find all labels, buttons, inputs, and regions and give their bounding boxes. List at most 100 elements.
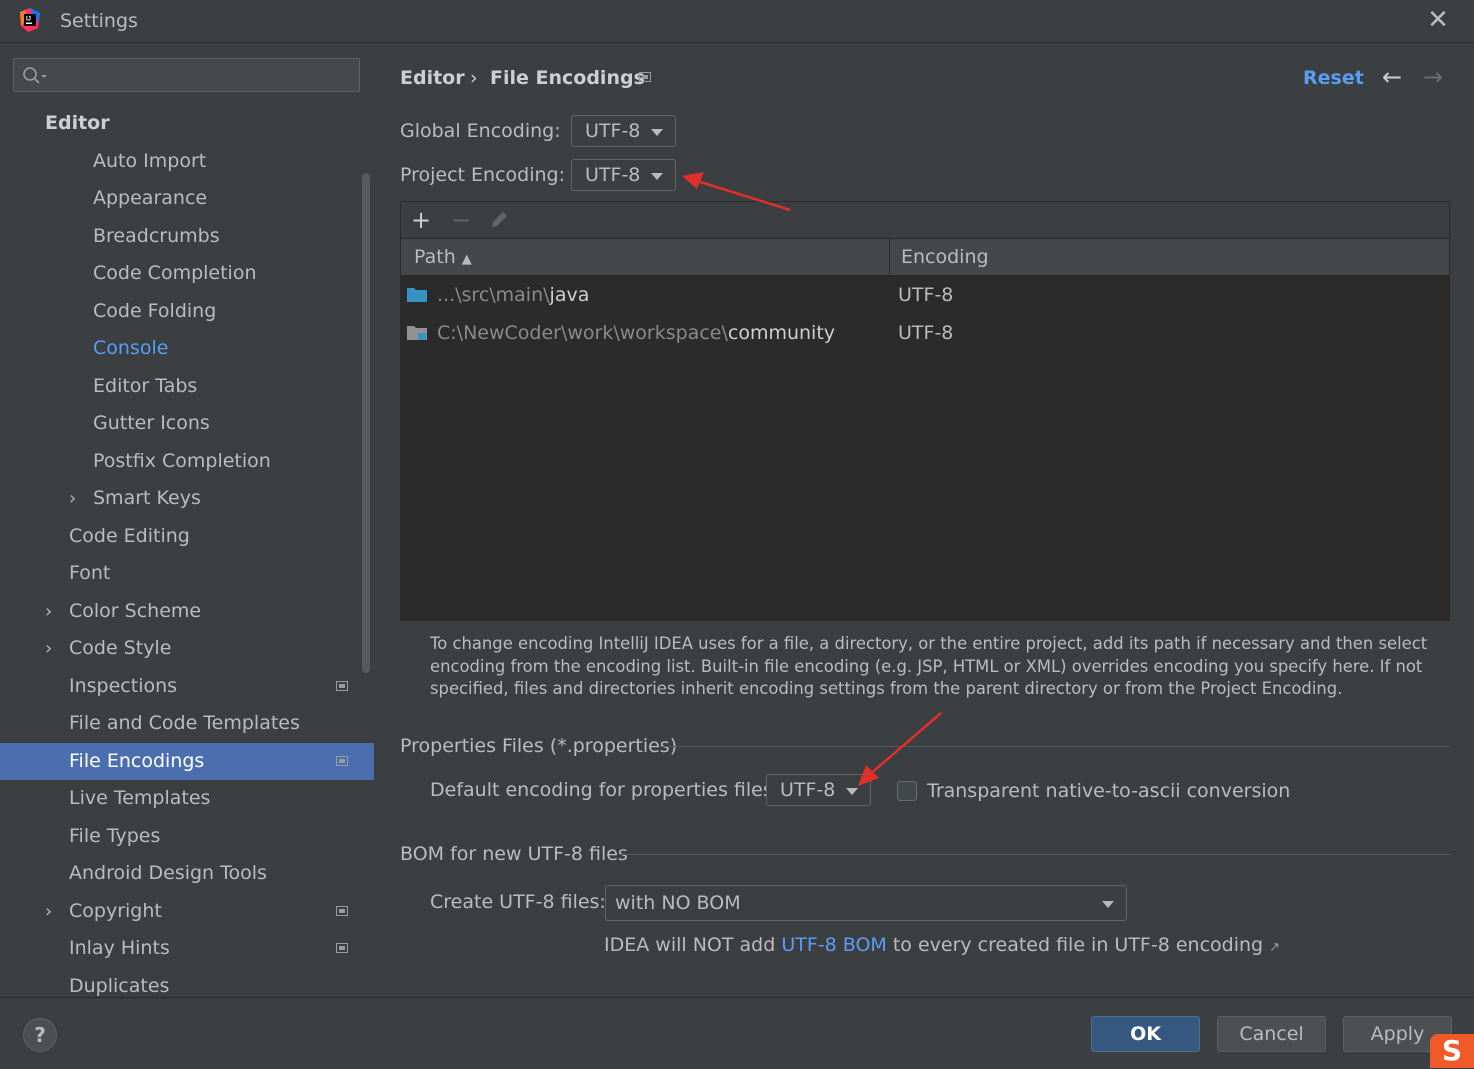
project-encoding-select[interactable]: UTF-8 (571, 159, 676, 191)
sidebar-item-label: Inlay Hints (69, 937, 170, 959)
sidebar-item-label: Smart Keys (93, 487, 201, 509)
add-icon[interactable]: + (411, 204, 431, 236)
sidebar-item[interactable]: File and Code Templates (0, 705, 374, 742)
svg-text:IJ: IJ (26, 17, 31, 23)
breadcrumb-editor[interactable]: Editor (400, 67, 465, 89)
intellij-logo-icon: IJ (20, 8, 40, 32)
module-folder-icon (407, 326, 427, 340)
sidebar-item[interactable]: Editor Tabs (0, 368, 374, 405)
sidebar-item[interactable]: Duplicates (0, 968, 374, 998)
sidebar-item[interactable]: Breadcrumbs (0, 218, 374, 255)
path-encoding-table: + − Path ▲ Encoding ...\src\main\java UT… (400, 201, 1450, 621)
sidebar-item[interactable]: › Color Scheme (0, 593, 374, 630)
sidebar-item-label: Auto Import (93, 149, 207, 172)
sidebar-item[interactable]: File Encodings (0, 742, 374, 780)
external-link-icon: ↗ (1269, 940, 1281, 955)
bom-value: with NO BOM (615, 892, 741, 914)
encoding-cell[interactable]: UTF-8 (898, 276, 953, 314)
project-encoding-label: Project Encoding: (400, 164, 566, 186)
chevron-down-icon (651, 129, 663, 136)
table-row[interactable]: C:\NewCoder\work\workspace\community UTF… (401, 314, 1449, 352)
cancel-button[interactable]: Cancel (1217, 1016, 1326, 1052)
search-input[interactable] (13, 58, 360, 92)
sidebar-item-label: File and Code Templates (69, 712, 300, 734)
source-folder-icon (407, 288, 427, 302)
sidebar-item-label: File Types (69, 824, 161, 847)
bom-note-after: to every created file in UTF-8 encoding (886, 934, 1264, 956)
chevron-right-icon[interactable]: › (45, 630, 52, 667)
reset-link[interactable]: Reset (1303, 67, 1364, 89)
path-cell: C:\NewCoder\work\workspace\community (437, 314, 835, 352)
chevron-down-icon (1102, 901, 1114, 908)
utf8-bom-link[interactable]: UTF-8 BOM (781, 934, 886, 956)
sidebar-item[interactable]: Live Templates (0, 780, 374, 817)
properties-encoding-select[interactable]: UTF-8 (766, 774, 871, 806)
sidebar-item[interactable]: Code Completion (0, 255, 374, 292)
sidebar-item-label: Console (93, 337, 169, 359)
global-encoding-select[interactable]: UTF-8 (571, 115, 676, 147)
sidebar-item[interactable]: Android Design Tools (0, 855, 374, 892)
sidebar-item[interactable]: › Smart Keys (0, 480, 374, 517)
sidebar-item-label: Duplicates (69, 974, 170, 997)
column-header-encoding[interactable]: Encoding (901, 239, 989, 275)
global-encoding-label: Global Encoding: (400, 120, 561, 142)
settings-content: Editor › File Encodings Reset ← → Global… (374, 43, 1474, 997)
project-level-icon (639, 72, 651, 82)
table-body: ...\src\main\java UTF-8 C:\NewCoder\work… (401, 276, 1449, 620)
sidebar-item-label: Font (69, 562, 111, 584)
sidebar-item[interactable]: Code Editing (0, 518, 374, 555)
column-divider[interactable] (889, 239, 890, 275)
sidebar-item[interactable]: Postfix Completion (0, 443, 374, 480)
section-divider (659, 746, 1450, 747)
transparent-conversion-checkbox[interactable] (897, 781, 917, 801)
project-encoding-value: UTF-8 (585, 164, 641, 186)
breadcrumb-separator: › (470, 67, 478, 89)
bom-note-before: IDEA will NOT add (604, 934, 782, 956)
remove-icon[interactable]: − (451, 204, 471, 236)
back-arrow-icon[interactable]: ← (1382, 63, 1402, 91)
table-header: Path ▲ Encoding (401, 239, 1449, 276)
sidebar-item[interactable]: Appearance (0, 180, 374, 217)
path-cell: ...\src\main\java (437, 276, 589, 314)
sidebar-item[interactable]: File Types (0, 818, 374, 855)
chevron-right-icon[interactable]: › (45, 893, 52, 930)
column-path-label: Path (414, 246, 456, 268)
sidebar-item[interactable]: Console (0, 330, 374, 367)
sidebar-item[interactable]: Font (0, 555, 374, 592)
table-row[interactable]: ...\src\main\java UTF-8 (401, 276, 1449, 314)
project-level-icon (336, 905, 348, 916)
chevron-right-icon[interactable]: › (69, 480, 76, 517)
settings-tree: Editor Auto Import Appearance Breadcrumbs Co… (0, 43, 374, 997)
breadcrumb-current: File Encodings (490, 67, 645, 89)
forward-arrow-icon[interactable]: → (1423, 63, 1443, 91)
sidebar-item-label: Breadcrumbs (93, 224, 220, 247)
sidebar-item[interactable]: Gutter Icons (0, 405, 374, 442)
sidebar-item-label: Code Folding (93, 299, 217, 322)
edit-icon[interactable] (489, 210, 509, 230)
sidebar-item[interactable]: Editor (0, 105, 374, 142)
ok-button[interactable]: OK (1091, 1016, 1200, 1052)
search-icon (23, 67, 47, 84)
transparent-conversion-label[interactable]: Transparent native-to-ascii conversion (927, 780, 1290, 802)
help-button[interactable]: ? (23, 1018, 57, 1052)
title-bar: IJ Settings ✕ (0, 0, 1474, 43)
sidebar-item-label: File Encodings (69, 749, 205, 772)
sidebar-item[interactable]: Inlay Hints (0, 930, 374, 967)
sidebar-item-label: Color Scheme (69, 599, 202, 622)
close-icon[interactable]: ✕ (1424, 6, 1452, 34)
global-encoding-value: UTF-8 (585, 120, 641, 142)
sidebar-item[interactable]: Code Folding (0, 293, 374, 330)
sidebar-item[interactable]: › Code Style (0, 630, 374, 667)
sidebar-item-label: Copyright (69, 899, 162, 922)
chevron-down-icon (651, 173, 663, 180)
bom-select[interactable]: with NO BOM (605, 885, 1127, 921)
sidebar-scrollbar[interactable] (362, 173, 370, 673)
sidebar-item[interactable]: Auto Import (0, 143, 374, 180)
encoding-cell[interactable]: UTF-8 (898, 314, 953, 352)
column-header-path[interactable]: Path ▲ (414, 239, 472, 278)
chevron-right-icon[interactable]: › (45, 593, 52, 630)
sidebar-item-label: Editor Tabs (93, 374, 198, 397)
sidebar-item[interactable]: Inspections (0, 668, 374, 705)
sidebar-item-label: Gutter Icons (93, 412, 210, 434)
sidebar-item[interactable]: › Copyright (0, 893, 374, 930)
